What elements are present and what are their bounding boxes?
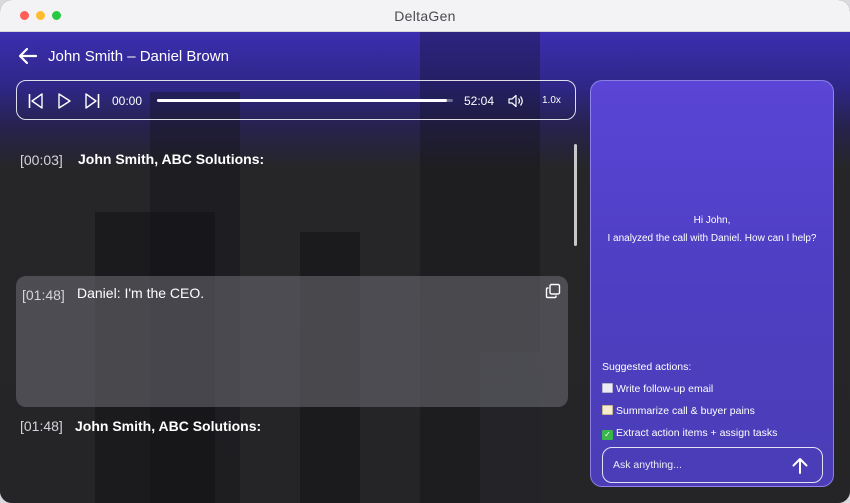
title-bar: DeltaGen [0,0,850,32]
check-mark-icon: ✓ [602,430,613,440]
suggestion-label: Write follow-up email [616,383,714,395]
skip-back-icon[interactable] [27,92,45,110]
suggestion-summarize-call[interactable]: Summarize call & buyer pains [602,405,755,417]
greeting-message: I analyzed the call with Daniel. How can… [607,233,817,244]
volume-icon[interactable] [507,93,525,109]
progress-fill [157,99,448,102]
ask-box [602,447,823,483]
suggested-actions-title: Suggested actions: [602,361,692,373]
suggestion-action-items[interactable]: ✓ Extract action items + assign tasks [602,427,777,440]
audio-player: 00:00 52:04 1.0x [16,80,576,120]
segment-text: Daniel: I'm the CEO. [77,285,205,301]
main-area: John Smith – Daniel Brown 00:00 52:04 1.… [0,32,850,503]
back-arrow-icon[interactable] [18,47,38,65]
suggestion-follow-up-email[interactable]: Write follow-up email [602,383,713,395]
app-window: DeltaGen John Smith – Daniel Brown 00:00 [0,0,850,503]
segment-timestamp[interactable]: [01:48] [20,418,63,434]
suggestion-label: Summarize call & buyer pains [616,405,755,417]
assistant-greeting: Hi John, I analyzed the call with Daniel… [603,213,821,247]
suggestion-label: Extract action items + assign tasks [616,427,778,439]
send-arrow-icon[interactable] [790,456,810,476]
greeting-line: Hi John, [693,215,731,226]
segment-text: John Smith, ABC Solutions: [75,418,262,434]
transcript-scrollbar[interactable] [574,144,577,246]
skip-forward-icon[interactable] [83,92,101,110]
ask-input[interactable] [613,456,783,474]
segment-timestamp[interactable]: [01:48] [22,287,65,303]
copy-icon[interactable] [545,283,561,299]
page-title: John Smith – Daniel Brown [48,48,229,65]
window-title: DeltaGen [394,8,456,24]
progress-bar[interactable] [157,99,453,102]
transcript-panel: [00:03] John Smith, ABC Solutions: [01:4… [0,132,585,503]
transcript-segment-highlighted: [01:48] Daniel: I'm the CEO. [16,276,568,407]
segment-timestamp[interactable]: [00:03] [20,152,63,168]
play-icon[interactable] [55,92,73,110]
memo-icon [602,405,613,415]
current-time: 00:00 [112,94,143,108]
playback-speed-button[interactable]: 1.0x [542,95,561,106]
ai-assistant-panel: Hi John, I analyzed the call with Daniel… [590,80,834,487]
total-time: 52:04 [464,94,495,108]
segment-text: John Smith, ABC Solutions: [78,151,265,167]
envelope-icon [602,383,613,393]
